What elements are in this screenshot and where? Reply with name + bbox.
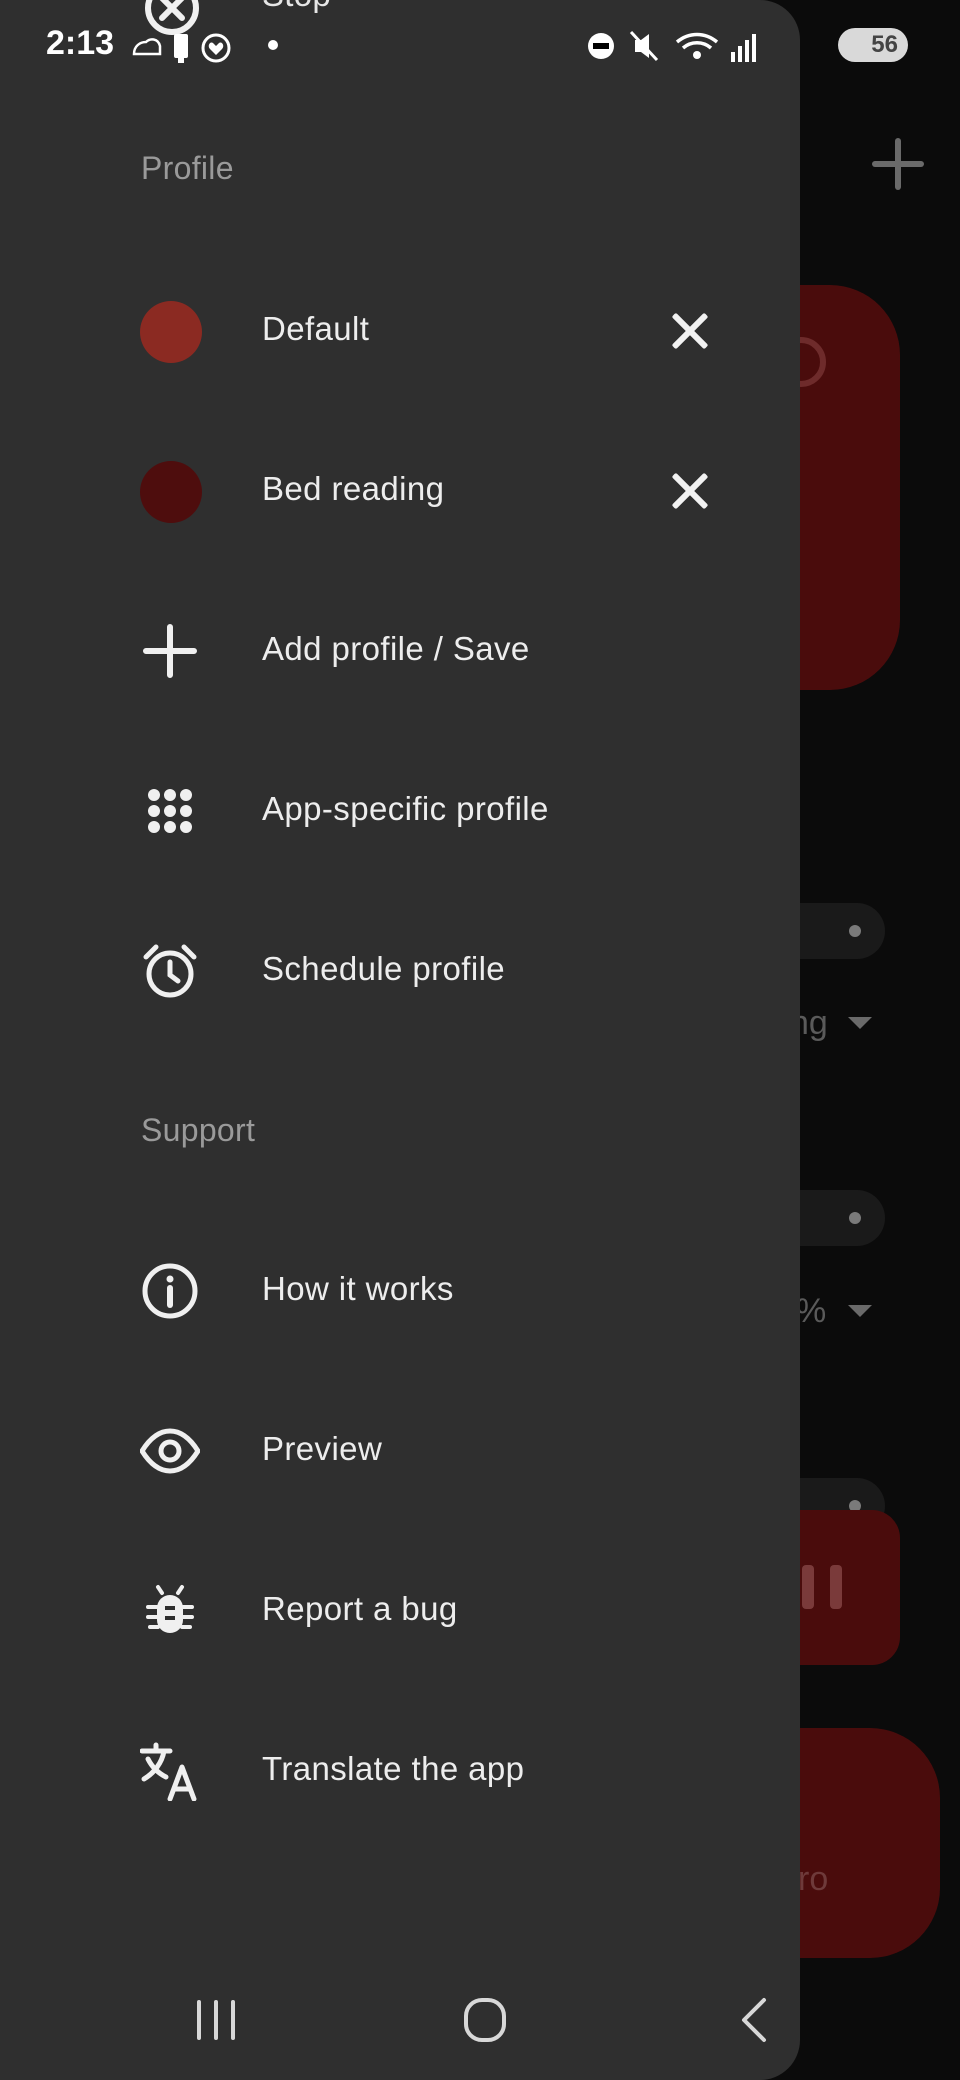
status-notification-icons — [132, 28, 262, 64]
dot-icon — [268, 40, 278, 50]
support-section-header: Support — [141, 1112, 256, 1148]
back-icon — [742, 1998, 766, 2042]
translate-app-label: Translate the app — [262, 1750, 525, 1787]
dnd-icon — [588, 33, 614, 59]
dropdown-value[interactable]: % — [796, 1292, 826, 1331]
cloud-icon — [132, 38, 162, 56]
remove-profile-button[interactable] — [665, 306, 715, 356]
remove-profile-button[interactable] — [665, 466, 715, 516]
preview-item[interactable]: Preview — [0, 1386, 800, 1516]
bug-icon — [140, 1581, 200, 1641]
pro-card-label: ro — [798, 1860, 829, 1898]
status-time: 2:13 — [46, 24, 115, 62]
how-it-works-label: How it works — [262, 1270, 454, 1307]
add-profile-label: Add profile / Save — [262, 630, 530, 667]
wifi-icon — [675, 32, 719, 59]
translate-app-item[interactable]: Translate the app — [0, 1706, 800, 1836]
info-icon — [140, 1261, 200, 1321]
app-specific-profile-item[interactable]: App-specific profile — [0, 746, 800, 876]
recents-icon — [197, 2000, 235, 2040]
dropdown-caret-icon — [848, 1017, 872, 1029]
navigation-drawer: Stop Profile Default Bed reading Add pro… — [0, 0, 800, 2080]
home-icon — [464, 1998, 506, 2042]
back-button[interactable] — [720, 1988, 790, 2052]
pause-icon — [802, 1565, 814, 1609]
eye-icon — [139, 1421, 201, 1481]
profile-color-dot — [140, 461, 202, 523]
alarm-clock-icon — [140, 941, 200, 1001]
report-bug-label: Report a bug — [262, 1590, 458, 1627]
health-icon — [201, 33, 231, 63]
mute-icon — [629, 30, 659, 62]
profile-label: Bed reading — [262, 470, 445, 507]
dropdown-caret-icon — [848, 1305, 872, 1317]
navigation-bar — [0, 1960, 960, 2080]
signal-icon — [731, 34, 756, 62]
schedule-profile-item[interactable]: Schedule profile — [0, 906, 800, 1036]
home-button[interactable] — [450, 1988, 520, 2052]
profile-item-default[interactable]: Default — [0, 266, 800, 396]
schedule-profile-label: Schedule profile — [262, 950, 506, 987]
profile-section-header: Profile — [141, 150, 234, 186]
profile-color-dot — [140, 301, 202, 363]
status-bar: 2:13 56 — [0, 0, 960, 90]
plus-icon — [140, 621, 200, 681]
usb-icon — [174, 34, 188, 63]
profile-item-bed-reading[interactable]: Bed reading — [0, 426, 800, 556]
how-it-works-item[interactable]: How it works — [0, 1226, 800, 1356]
screen: ng % ro Stop Profile Default — [0, 0, 960, 2080]
profile-label: Default — [262, 310, 370, 347]
recents-button[interactable] — [181, 1988, 251, 2052]
toggle-knob — [849, 1212, 861, 1224]
battery-icon: 56 — [838, 28, 908, 62]
add-profile-save-item[interactable]: Add profile / Save — [0, 586, 800, 716]
app-specific-profile-label: App-specific profile — [262, 790, 549, 827]
status-system-icons — [585, 26, 785, 66]
report-bug-item[interactable]: Report a bug — [0, 1546, 800, 1676]
battery-level: 56 — [871, 31, 898, 58]
translate-icon — [139, 1741, 200, 1802]
apps-grid-icon — [140, 781, 200, 841]
pause-icon — [830, 1565, 842, 1609]
add-profile-icon[interactable] — [872, 138, 924, 190]
toggle-knob — [849, 925, 861, 937]
preview-label: Preview — [262, 1430, 383, 1467]
